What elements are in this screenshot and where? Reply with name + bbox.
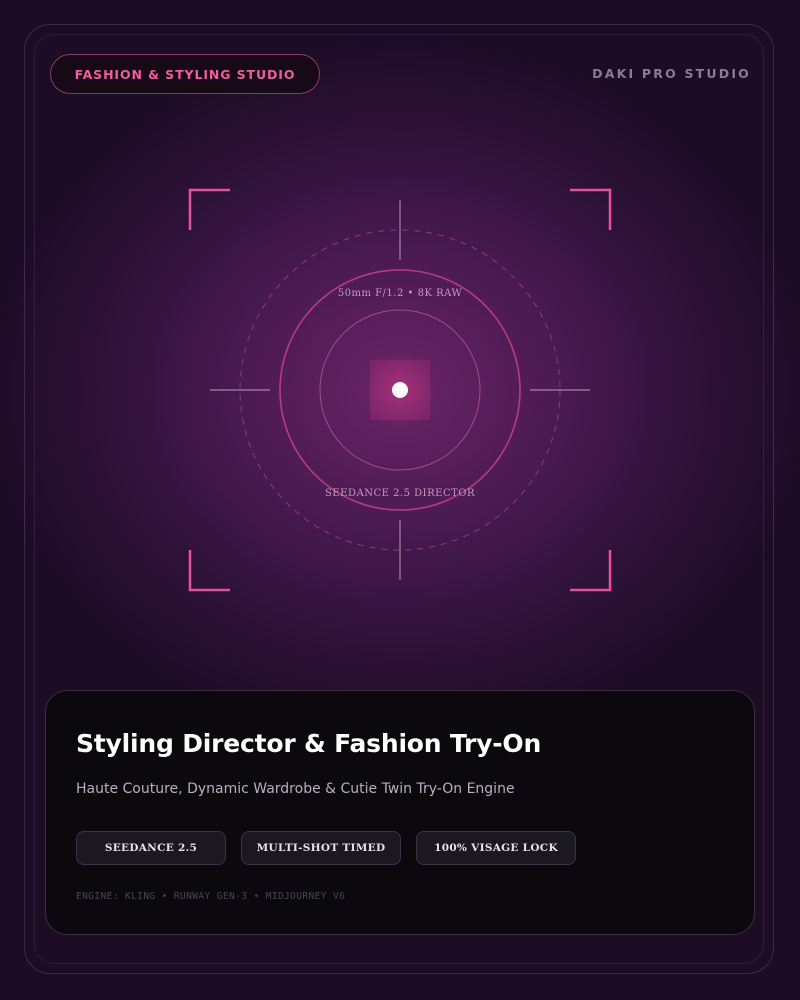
feature-card: Styling Director & Fashion Try-On Haute …	[45, 690, 755, 935]
tag-visage-lock[interactable]: 100% VISAGE LOCK	[416, 831, 576, 865]
studio-screen: FASHION & STYLING STUDIO DAKI PRO STUDIO	[0, 0, 800, 1000]
engine-list: ENGINE: KLING • RUNWAY GEN-3 • MIDJOURNE…	[76, 891, 346, 902]
tag-multi-shot[interactable]: MULTI-SHOT TIMED	[241, 831, 401, 865]
director-readout: SEEDANCE 2.5 DIRECTOR	[325, 488, 475, 499]
corner-bracket-bottom-left	[188, 550, 230, 592]
feature-tags: SEEDANCE 2.5 MULTI-SHOT TIMED 100% VISAG…	[76, 831, 576, 865]
corner-bracket-bottom-right	[570, 550, 612, 592]
lens-readout: 50mm F/1.2 • 8K RAW	[338, 288, 463, 299]
corner-bracket-top-left	[188, 188, 230, 230]
corner-bracket-top-right	[570, 188, 612, 230]
card-subtitle: Haute Couture, Dynamic Wardrobe & Cutie …	[76, 781, 515, 797]
camera-viewfinder: 50mm F/1.2 • 8K RAW SEEDANCE 2.5 DIRECTO…	[188, 188, 612, 592]
card-title: Styling Director & Fashion Try-On	[76, 729, 542, 758]
focus-point-dot	[392, 382, 408, 398]
tag-seedance[interactable]: SEEDANCE 2.5	[76, 831, 226, 865]
